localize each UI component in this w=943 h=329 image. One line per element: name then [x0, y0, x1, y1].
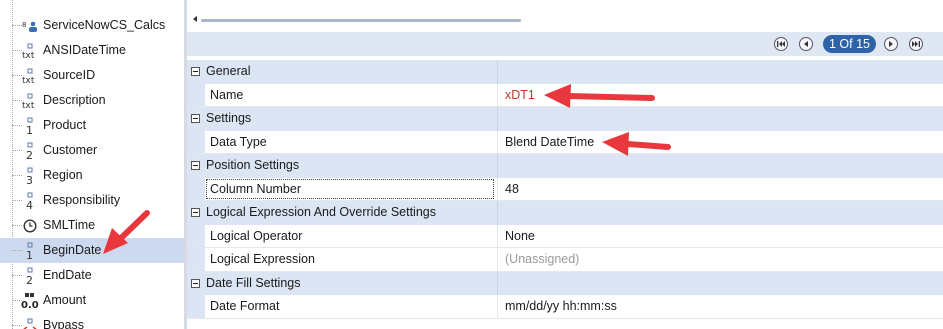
tree-item-ansidatetime[interactable]: txt ANSIDateTime [0, 38, 184, 63]
text-type-icon: txt [22, 41, 38, 61]
tree-item-product[interactable]: 1 Product [0, 113, 184, 138]
tree-item-label: BeginDate [43, 243, 102, 257]
scrollbar-thumb[interactable] [201, 19, 521, 22]
section-title: Position Settings [206, 158, 300, 172]
first-icon [777, 41, 785, 47]
tree-item-label: Responsibility [43, 193, 121, 207]
section-title: Settings [206, 111, 252, 125]
section-title: Logical Expression And Override Settings [206, 205, 436, 219]
section-settings[interactable]: Settings [187, 107, 943, 131]
text-type-icon: txt [22, 66, 38, 86]
svg-text:0.0: 0.0 [21, 300, 39, 310]
property-row-data-type[interactable]: Data Type Blend DateTime [187, 130, 943, 154]
tree-item-sourceid[interactable]: txt SourceID [0, 63, 184, 88]
tree-item-customer[interactable]: 2 Customer [0, 138, 184, 163]
previous-record-button[interactable] [799, 37, 813, 51]
next-record-button[interactable] [884, 37, 898, 51]
text-type-icon: txt [22, 91, 38, 111]
tree-item-enddate[interactable]: 2 EndDate [0, 263, 184, 288]
svg-text:2: 2 [26, 149, 33, 160]
tree-item-responsibility[interactable]: 4 Responsibility [0, 188, 184, 213]
tree-item-bypass[interactable]: Bypass [0, 313, 184, 329]
tree-item-region[interactable]: 3 Region [0, 163, 184, 188]
first-record-button[interactable] [774, 37, 788, 51]
section-position-settings[interactable]: Position Settings [187, 154, 943, 178]
section-logical-expression[interactable]: Logical Expression And Override Settings [187, 201, 943, 225]
code-icon [22, 316, 38, 329]
section-date-fill-settings[interactable]: Date Fill Settings [187, 271, 943, 295]
dimension-1-icon: 1 [22, 241, 38, 261]
dataset-icon: 8 [22, 16, 38, 36]
tree-item-begindate[interactable]: 1 BeginDate [0, 238, 184, 263]
dimension-1-icon: 1 [22, 116, 38, 136]
collapse-icon[interactable] [191, 114, 200, 123]
property-row-date-format[interactable]: Date Format mm/dd/yy hh:mm:ss [187, 295, 943, 319]
svg-text:txt: txt [22, 51, 35, 59]
last-record-button[interactable] [909, 37, 923, 51]
svg-text:8: 8 [22, 21, 26, 29]
tree-item-servicenowcs-calcs[interactable]: 8 ServiceNowCS_Calcs [0, 13, 184, 38]
tree-item-label: Product [43, 118, 87, 132]
property-value-logical-operator[interactable]: None [497, 224, 943, 247]
svg-text:4: 4 [26, 199, 33, 210]
dimension-4-icon: 4 [22, 191, 38, 211]
tree-item-label: ServiceNowCS_Calcs [43, 18, 166, 32]
property-row-column-number[interactable]: Column Number 48 [187, 177, 943, 201]
property-row-logical-operator[interactable]: Logical Operator None [187, 224, 943, 248]
dimension-2-icon: 2 [22, 266, 38, 286]
properties-panel: 1 Of 15 General Name xDT1 Settings Data … [187, 0, 943, 329]
property-value-column-number[interactable]: 48 [497, 177, 943, 200]
property-row-logical-expression[interactable]: Logical Expression (Unassigned) [187, 248, 943, 272]
section-general[interactable]: General [187, 60, 943, 84]
svg-text:1: 1 [26, 249, 33, 260]
property-name: Date Format [210, 299, 280, 313]
tree-item-label: Bypass [43, 318, 84, 329]
property-value-logical-expression[interactable]: (Unassigned) [497, 248, 943, 271]
section-title: Date Fill Settings [206, 275, 301, 290]
collapse-icon[interactable] [191, 161, 200, 170]
property-name: Logical Expression [210, 252, 315, 266]
next-icon [889, 41, 893, 47]
property-name: Logical Operator [210, 228, 303, 243]
tree-item-label: Customer [43, 143, 98, 157]
svg-text:txt: txt [22, 101, 35, 109]
tree-item-label: EndDate [43, 268, 92, 282]
record-navigator: 1 Of 15 [187, 32, 943, 56]
svg-text:1: 1 [26, 124, 33, 135]
measure-icon: 0.0 [21, 291, 39, 311]
property-value-date-format[interactable]: mm/dd/yy hh:mm:ss [497, 295, 943, 318]
page-indicator: 1 Of 15 [823, 35, 876, 53]
property-value-data-type[interactable]: Blend DateTime [497, 130, 943, 153]
collapse-icon[interactable] [191, 278, 200, 288]
svg-text:2: 2 [26, 274, 33, 285]
scroll-left-icon[interactable] [193, 16, 197, 22]
property-value-name[interactable]: xDT1 [497, 83, 943, 106]
property-name: Column Number [205, 178, 495, 201]
property-name: Name [210, 87, 244, 102]
tree-item-amount[interactable]: 0.0 Amount [0, 288, 184, 313]
clock-icon [22, 216, 38, 236]
collapse-icon[interactable] [191, 67, 200, 76]
tree-item-label: ANSIDateTime [43, 43, 126, 57]
tree-item-smltime[interactable]: SMLTime [0, 213, 184, 238]
svg-text:3: 3 [26, 174, 33, 185]
last-icon [912, 41, 920, 47]
dimension-2-icon: 2 [22, 141, 38, 161]
tree-item-label: SourceID [43, 68, 96, 82]
section-title: General [206, 64, 251, 78]
horizontal-scrollbar[interactable] [187, 10, 943, 32]
field-tree: 8 ServiceNowCS_Calcs txt ANSIDateTime tx… [0, 0, 184, 329]
dimension-3-icon: 3 [22, 166, 38, 186]
previous-icon [804, 41, 808, 47]
tree-item-label: Region [43, 168, 83, 182]
tree-item-label: SMLTime [43, 218, 96, 232]
collapse-icon[interactable] [191, 208, 200, 217]
property-row-name[interactable]: Name xDT1 [187, 83, 943, 107]
tree-item-label: Amount [43, 293, 87, 307]
tree-item-label: Description [43, 93, 106, 107]
svg-text:txt: txt [22, 76, 35, 84]
tree-item-description[interactable]: txt Description [0, 88, 184, 113]
property-name: Data Type [210, 134, 267, 149]
